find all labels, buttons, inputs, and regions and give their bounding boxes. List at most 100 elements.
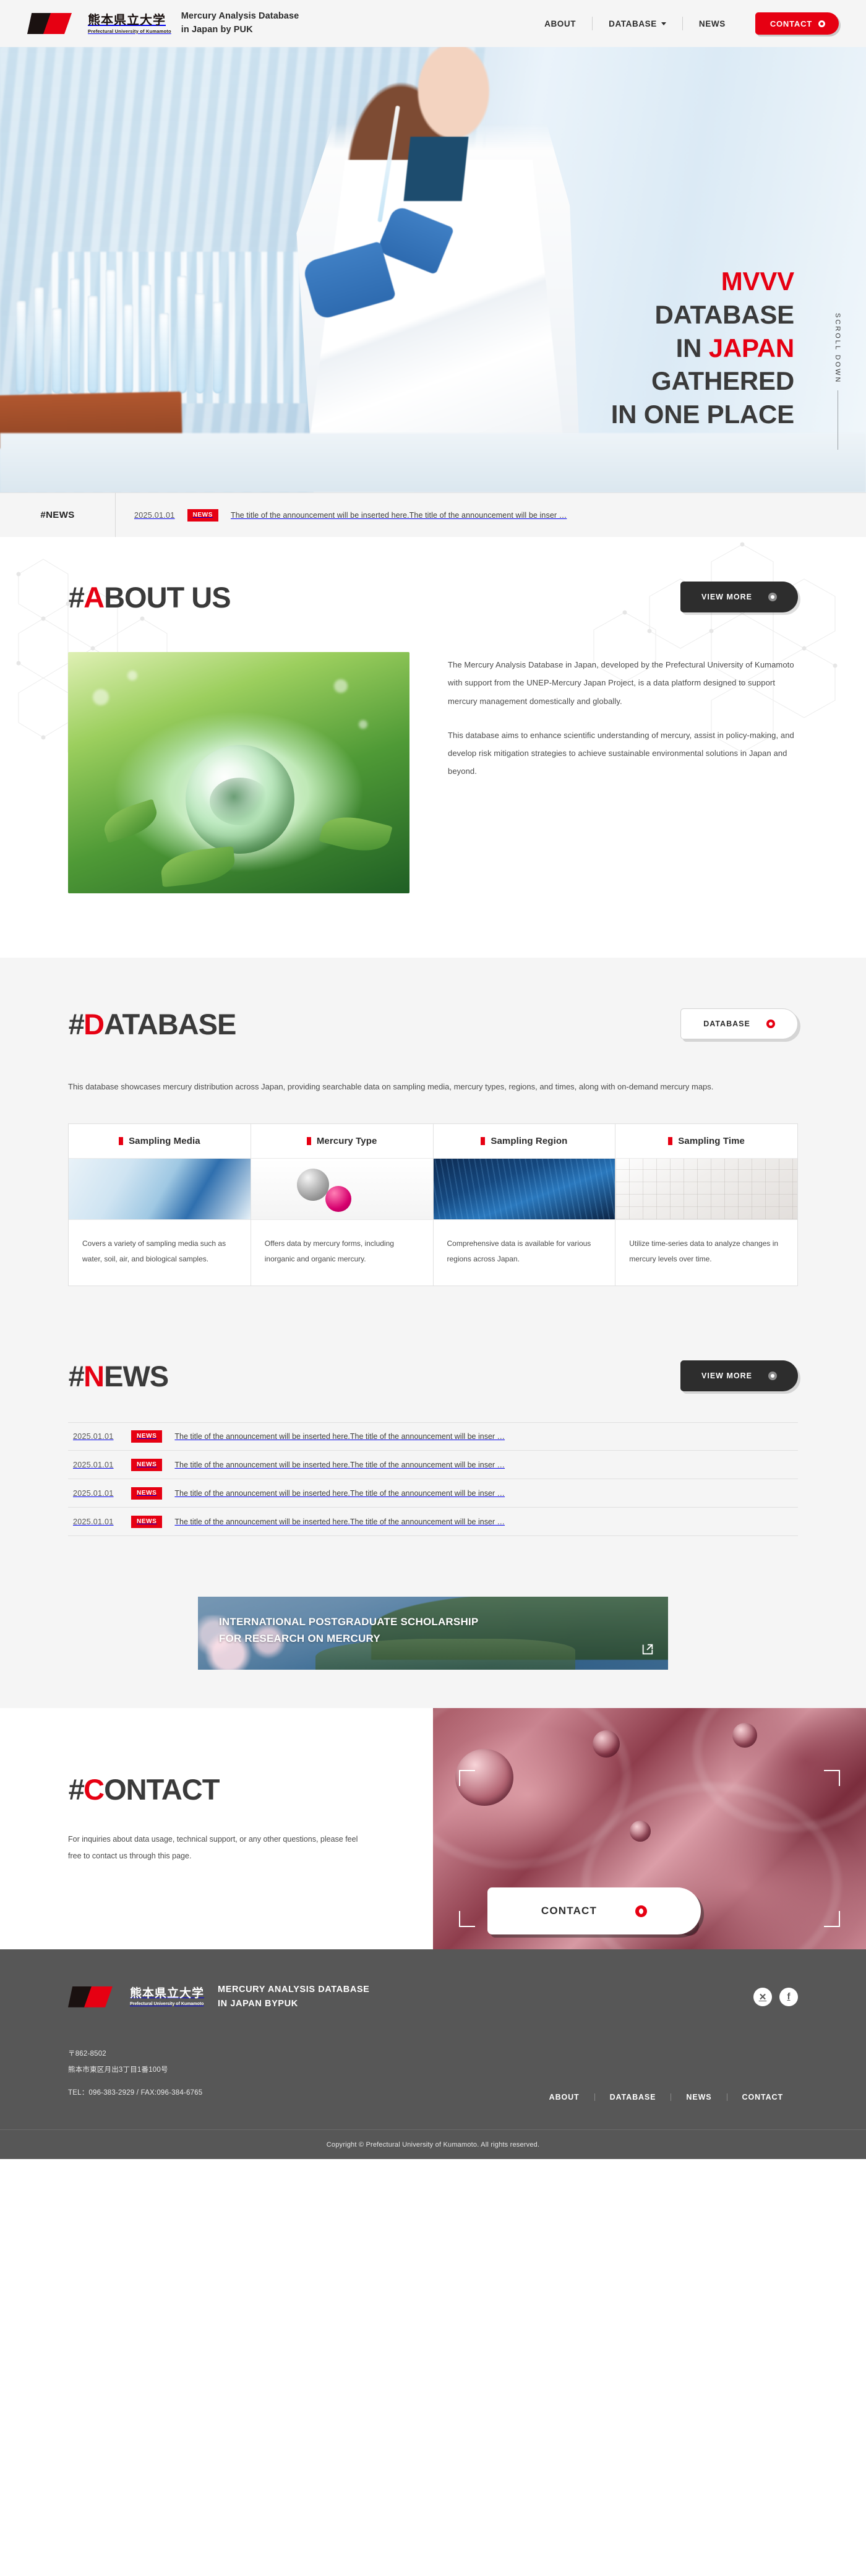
card-header: Sampling Time	[615, 1124, 797, 1158]
news-item-date: 2025.01.01	[73, 1517, 114, 1526]
nav-item-database[interactable]: DATABASE	[592, 17, 682, 30]
hero-section: MVVV DATABASE IN JAPAN GATHERED IN ONE P…	[0, 47, 866, 492]
footer-nav: ABOUT DATABASE NEWS CONTACT	[534, 2093, 798, 2102]
about-title: #ABOUT US	[68, 580, 231, 614]
news-item-date: 2025.01.01	[73, 1460, 114, 1469]
external-link-icon	[642, 1644, 653, 1655]
card-thumbnail	[251, 1157, 433, 1220]
news-item-badge: NEWS	[131, 1487, 163, 1500]
square-bullet-icon	[481, 1136, 486, 1145]
dot-icon	[818, 20, 825, 27]
main-nav: ABOUT DATABASE NEWS CONTACT	[528, 12, 839, 35]
news-item-title: The title of the announcement will be in…	[174, 1432, 505, 1441]
database-cards: Sampling Media Covers a variety of sampl…	[68, 1123, 798, 1287]
database-section: #DATABASE DATABASE This database showcas…	[0, 958, 866, 1340]
site-footer: 熊本県立大学 Prefectural University of Kumamot…	[0, 1949, 866, 2160]
card-thumbnail	[69, 1157, 251, 1220]
site-title-line1: Mercury Analysis Database	[181, 11, 299, 22]
contact-description: For inquiries about data usage, technica…	[68, 1835, 358, 1860]
database-card-mercury-type[interactable]: Mercury Type Offers data by mercury form…	[250, 1123, 433, 1286]
news-ticker-title: The title of the announcement will be in…	[230, 510, 567, 520]
banner-line-1: INTERNATIONAL POSTGRADUATE SCHOLARSHIP	[219, 1616, 479, 1628]
scroll-down-indicator[interactable]: SCROLL DOWN	[834, 313, 841, 450]
nav-item-news[interactable]: NEWS	[682, 17, 742, 30]
x-twitter-icon[interactable]: ✕	[753, 1987, 772, 2006]
news-ticker-item[interactable]: 2025.01.01 NEWS The title of the announc…	[115, 492, 866, 538]
hero-line-5: IN ONE PLACE	[611, 400, 794, 429]
hero-line-1: MVVV	[721, 267, 794, 296]
news-item-date: 2025.01.01	[73, 1488, 114, 1498]
university-logo-icon	[68, 1984, 120, 2010]
footer-address: 〒862-8502 熊本市東区月出3丁目1番100号 TEL：096-383-2…	[68, 2046, 202, 2101]
card-title: Sampling Time	[678, 1135, 745, 1146]
database-title: #DATABASE	[68, 1007, 236, 1041]
dot-icon	[635, 1905, 648, 1917]
contact-cta-button[interactable]: CONTACT	[487, 1887, 701, 1935]
database-button[interactable]: DATABASE	[680, 1008, 798, 1039]
about-view-more-label: VIEW MORE	[701, 593, 752, 601]
card-title: Sampling Region	[491, 1135, 568, 1146]
database-header: #DATABASE DATABASE	[68, 1008, 798, 1039]
about-body: The Mercury Analysis Database in Japan, …	[68, 652, 798, 893]
news-item-title: The title of the announcement will be in…	[174, 1460, 505, 1469]
card-description: Utilize time-series data to analyze chan…	[629, 1239, 779, 1264]
news-list-item[interactable]: 2025.01.01 NEWS The title of the announc…	[68, 1479, 798, 1508]
nav-label-database: DATABASE	[609, 19, 657, 28]
about-header: #ABOUT US VIEW MORE	[68, 582, 798, 612]
news-list-item[interactable]: 2025.01.01 NEWS The title of the announc…	[68, 1451, 798, 1480]
database-description: This database showcases mercury distribu…	[68, 1082, 714, 1091]
nav-label-news: NEWS	[698, 19, 726, 28]
site-logo-link[interactable]: 熊本県立大学 Prefectural University of Kumamot…	[27, 11, 171, 36]
scholarship-banner[interactable]: INTERNATIONAL POSTGRADUATE SCHOLARSHIP F…	[198, 1597, 668, 1670]
footer-university-kanji: 熊本県立大学	[130, 1986, 205, 2000]
database-card-sampling-media[interactable]: Sampling Media Covers a variety of sampl…	[69, 1124, 251, 1286]
contact-cta-label: CONTACT	[541, 1905, 598, 1917]
database-button-label: DATABASE	[703, 1020, 750, 1028]
card-description: Covers a variety of sampling media such …	[82, 1239, 226, 1264]
news-item-badge: NEWS	[131, 1458, 163, 1471]
university-name-roman: Prefectural University of Kumamoto	[88, 28, 171, 34]
scholarship-banner-wrap: INTERNATIONAL POSTGRADUATE SCHOLARSHIP F…	[0, 1571, 866, 1709]
footer-social-links: ✕ f	[753, 1987, 798, 2006]
banner-line-2: FOR RESEARCH ON MERCURY	[219, 1632, 380, 1644]
footer-tel-fax: TEL：096-383-2929 / FAX:096-384-6765	[68, 2089, 203, 2097]
footer-logo-link[interactable]: 熊本県立大学 Prefectural University of Kumamot…	[68, 1984, 204, 2010]
footer-nav-database[interactable]: DATABASE	[594, 2093, 671, 2102]
about-section: #ABOUT US VIEW MORE The Mercury Analysis…	[0, 537, 866, 958]
hero-desk-decor	[0, 433, 866, 492]
news-view-more-button[interactable]: VIEW MORE	[680, 1360, 798, 1392]
footer-nav-about[interactable]: ABOUT	[534, 2093, 594, 2102]
about-paragraph-1: The Mercury Analysis Database in Japan, …	[448, 660, 794, 706]
banner-text: INTERNATIONAL POSTGRADUATE SCHOLARSHIP F…	[219, 1614, 478, 1647]
card-description: Offers data by mercury forms, including …	[264, 1239, 394, 1264]
about-paragraph-2: This database aims to enhance scientific…	[448, 730, 794, 776]
frame-corner-bottom-left	[459, 1911, 475, 1928]
database-card-sampling-time[interactable]: Sampling Time Utilize time-series data t…	[615, 1123, 797, 1286]
news-list-item[interactable]: 2025.01.01 NEWS The title of the announc…	[68, 1422, 798, 1451]
news-item-title: The title of the announcement will be in…	[174, 1517, 505, 1526]
news-list: 2025.01.01 NEWS The title of the announc…	[68, 1422, 798, 1537]
square-bullet-icon	[668, 1136, 673, 1145]
frame-corner-top-left	[459, 1770, 475, 1787]
card-title: Mercury Type	[316, 1135, 377, 1146]
card-header: Sampling Region	[434, 1124, 615, 1158]
dot-icon	[768, 1372, 777, 1381]
card-description: Comprehensive data is available for vari…	[447, 1239, 591, 1264]
footer-nav-contact[interactable]: CONTACT	[726, 2093, 798, 2102]
footer-nav-news[interactable]: NEWS	[671, 2093, 726, 2102]
footer-university-text: 熊本県立大学 Prefectural University of Kumamot…	[130, 1986, 205, 2006]
contact-left: #CONTACT For inquiries about data usage,…	[0, 1708, 433, 1949]
card-thumbnail	[615, 1157, 797, 1220]
hero-line-4: GATHERED	[651, 366, 794, 396]
news-list-item[interactable]: 2025.01.01 NEWS The title of the announc…	[68, 1508, 798, 1537]
facebook-icon[interactable]: f	[779, 1987, 798, 2006]
card-header: Sampling Media	[69, 1124, 251, 1158]
hero-test-tubes-decor	[0, 233, 223, 393]
nav-item-about[interactable]: ABOUT	[528, 17, 592, 30]
site-header: 熊本県立大学 Prefectural University of Kumamot…	[0, 0, 866, 47]
header-contact-button[interactable]: CONTACT	[755, 12, 839, 35]
database-card-sampling-region[interactable]: Sampling Region Comprehensive data is av…	[432, 1123, 615, 1286]
footer-site-name: MERCURY ANALYSIS DATABASE IN JAPAN BYPUK	[218, 1983, 369, 2011]
about-view-more-button[interactable]: VIEW MORE	[680, 582, 798, 612]
footer-top: 熊本県立大学 Prefectural University of Kumamot…	[68, 1983, 798, 2011]
